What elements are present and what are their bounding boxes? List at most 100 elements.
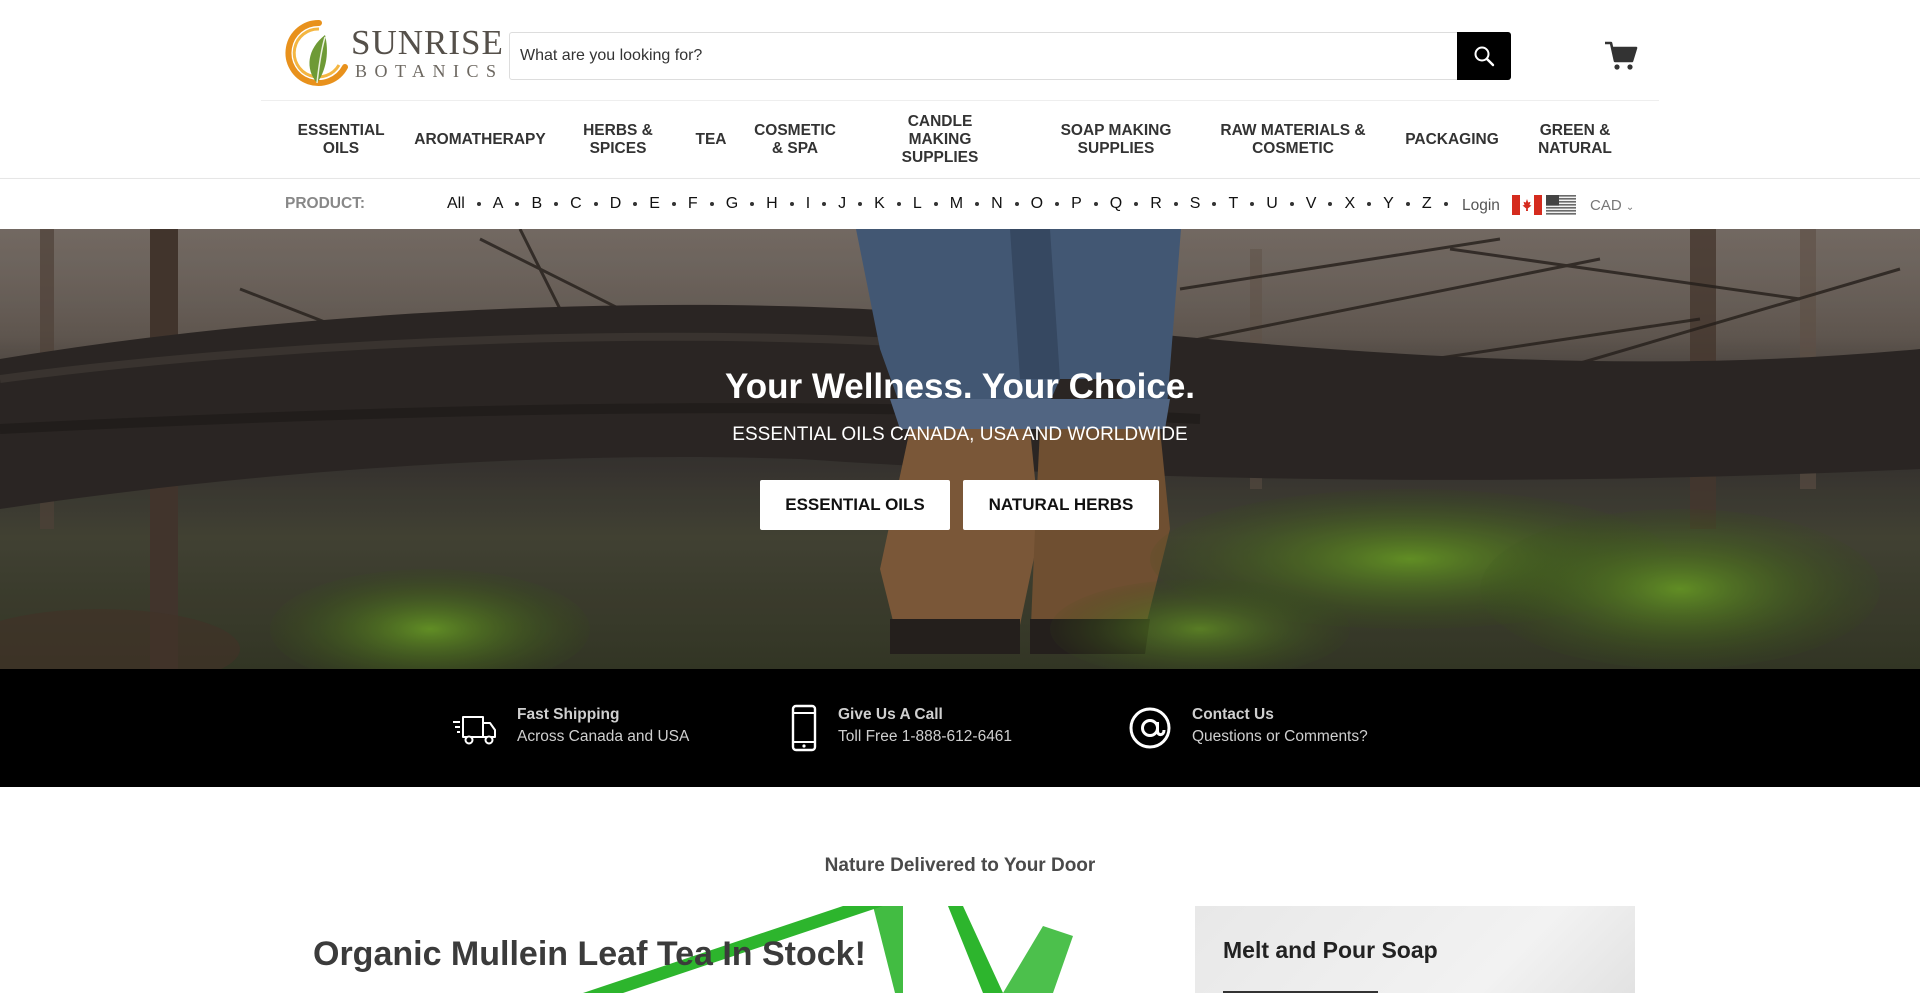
alphabet-letter[interactable]: B [531,195,542,213]
alphabet-letter[interactable]: Z [1422,195,1432,213]
feature-subtitle: Toll Free 1-888-612-6461 [838,728,1013,745]
promo-card-mullein-tea[interactable]: Organic Mullein Leaf Tea In Stock! [283,906,1143,993]
separator-dot [554,202,559,206]
nav-item-label: SOAP MAKING SUPPLIES [1060,122,1172,157]
alphabet-letter[interactable]: H [766,195,778,213]
separator-dot [476,202,481,206]
product-label: PRODUCT: [285,195,366,212]
separator-dot [750,202,755,206]
feature-title: Fast Shipping [517,706,620,723]
at-sign-icon [1129,707,1171,749]
separator-dot [1093,202,1098,206]
nav-item-herbs-spices[interactable]: HERBS & SPICES [573,101,663,179]
separator-dot [1014,202,1019,206]
separator-dot [822,202,827,206]
alphabet-letter[interactable]: N [991,195,1003,213]
feature-subtitle: Across Canada and USA [517,728,690,745]
natural-herbs-button[interactable]: NATURAL HERBS [963,480,1159,530]
alphabet-letter[interactable]: G [726,195,738,213]
alphabet-letter[interactable]: All [447,195,465,213]
nav-item-aromatherapy[interactable]: AROMATHERAPY [410,101,550,179]
nav-item-label: CANDLE MAKING SUPPLIES [901,113,979,166]
separator-dot [896,202,901,206]
separator-dot [789,202,794,206]
alphabet-letter[interactable]: R [1150,195,1162,213]
alphabet-letter[interactable]: O [1031,195,1043,213]
chevron-down-icon: ⌄ [1625,202,1635,213]
nav-item-label: AROMATHERAPY [414,131,546,148]
alphabet-letter[interactable]: P [1071,195,1082,213]
product-alphabet-bar: PRODUCT: All A B C D E F G H I J K L M N O P Q R S T U V X Y Z Lo… [0,179,1920,229]
separator-dot [1289,202,1294,206]
currency-label: CAD [1590,197,1622,214]
feature-title[interactable]: Contact Us [1192,706,1274,724]
search-icon [1474,46,1495,67]
alphabet-letter[interactable]: X [1344,195,1355,213]
separator-dot [858,202,863,206]
nav-item-label: RAW MATERIALS & COSMETIC [1220,122,1366,157]
main-navigation: ESSENTIAL OILS AROMATHERAPY HERBS & SPIC… [261,100,1659,178]
separator-dot [1443,202,1448,206]
alphabet-letter[interactable]: I [806,195,810,213]
nav-item-tea[interactable]: TEA [683,101,739,179]
alphabet-letter[interactable]: K [874,195,885,213]
alphabet-letter[interactable]: V [1306,195,1317,213]
nav-item-soap-making[interactable]: SOAP MAKING SUPPLIES [1041,101,1191,179]
separator-dot [633,202,638,206]
nav-item-label: HERBS & SPICES [583,122,653,157]
logo-subword: BOTANICS [355,61,504,81]
alphabet-letter[interactable]: C [570,195,582,213]
feature-title: Give Us A Call [838,706,943,723]
nav-item-candle-making[interactable]: CANDLE MAKING SUPPLIES [865,101,1015,179]
nav-item-packaging[interactable]: PACKAGING [1392,101,1512,179]
nav-item-cosmetic-spa[interactable]: COSMETIC & SPA [739,101,851,179]
site-header: SUNRISE BOTANICS [0,0,1920,100]
essential-oils-button[interactable]: ESSENTIAL OILS [760,480,950,530]
alphabet-letter[interactable]: L [913,195,922,213]
alphabet-letter[interactable]: D [610,195,622,213]
alphabet-letter[interactable]: F [688,195,698,213]
cart-icon[interactable] [1604,40,1638,72]
alphabet-letter[interactable]: T [1228,195,1238,213]
separator-dot [1212,202,1217,206]
nav-item-essential-oils[interactable]: ESSENTIAL OILS [297,101,385,179]
sunrise-botanics-logo[interactable]: SUNRISE BOTANICS [283,17,503,91]
separator-dot [1173,202,1178,206]
forest-background-image [0,229,1920,669]
alphabet-letter[interactable]: Q [1110,195,1122,213]
hero-title: Your Wellness. Your Choice. [724,367,1196,406]
currency-selector[interactable]: CAD ⌄ [1590,197,1634,214]
separator-dot [933,202,938,206]
nav-item-label: COSMETIC & SPA [754,122,836,157]
separator-dot [593,202,598,206]
alphabet-letter[interactable]: S [1190,195,1201,213]
alphabet-letter[interactable]: Y [1383,195,1394,213]
features-bar: Fast Shipping Across Canada and USA Give… [0,669,1920,787]
alphabet-letter[interactable]: E [649,195,660,213]
alphabet-letter[interactable]: U [1266,195,1278,213]
separator-dot [1367,202,1372,206]
alphabet-letter[interactable]: M [950,195,963,213]
nav-item-raw-materials[interactable]: RAW MATERIALS & COSMETIC [1208,101,1378,179]
search-button[interactable] [1457,32,1511,80]
logo-sun-leaf-icon [285,19,348,86]
promo-heading: Melt and Pour Soap [1223,937,1438,963]
usa-flag-icon[interactable] [1546,195,1576,215]
alphabet-letter[interactable]: A [493,195,504,213]
login-link[interactable]: Login [1462,197,1500,215]
separator-dot [671,202,676,206]
delivery-truck-icon [453,716,496,745]
promo-heading: Organic Mullein Leaf Tea In Stock! [313,935,866,973]
canada-flag-icon[interactable] [1512,195,1542,215]
nav-item-green-natural[interactable]: GREEN & NATURAL [1525,101,1625,179]
section-tagline: Nature Delivered to Your Door [824,855,1096,876]
alphabet-letter[interactable]: J [838,195,846,213]
nav-item-label: PACKAGING [1405,131,1499,148]
promo-card-melt-pour-soap[interactable]: Melt and Pour Soap [1195,906,1635,993]
separator-dot [1405,202,1410,206]
nav-item-label: ESSENTIAL OILS [297,122,385,157]
search-input[interactable] [520,33,1420,79]
nav-item-label: TEA [695,131,727,148]
phone-icon [791,704,817,752]
separator-dot [709,202,714,206]
